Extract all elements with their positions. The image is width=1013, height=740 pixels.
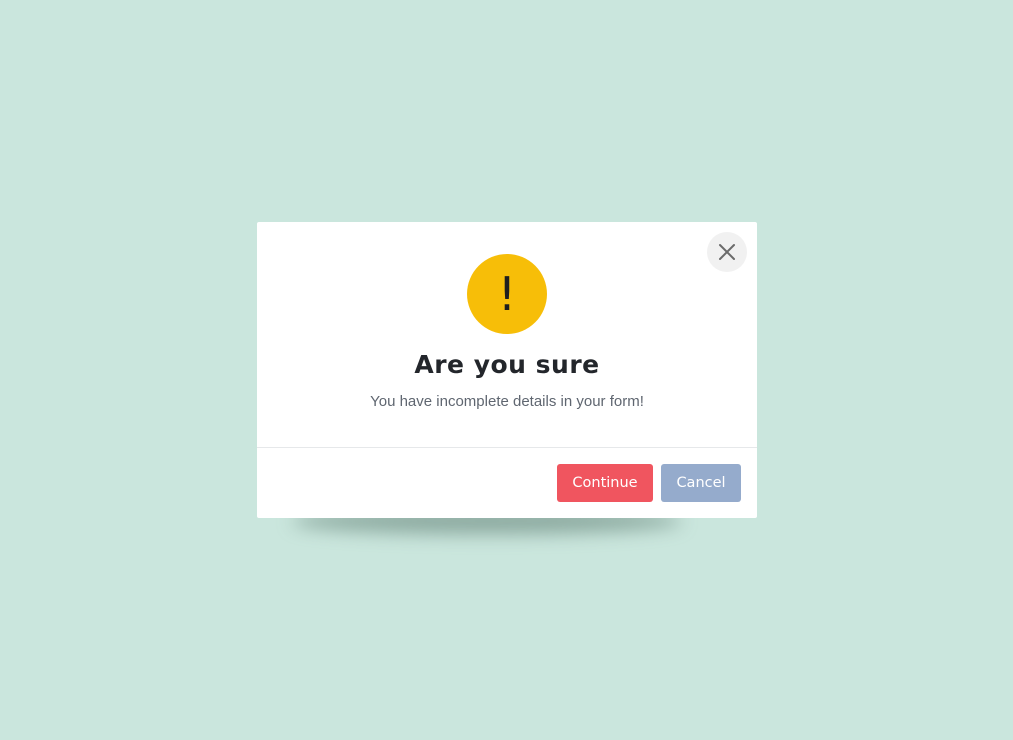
continue-button[interactable]: Continue xyxy=(557,464,653,502)
footer-divider xyxy=(257,447,757,448)
close-button[interactable] xyxy=(707,232,747,272)
dialog-message: You have incomplete details in your form… xyxy=(370,393,644,410)
exclamation-symbol: ! xyxy=(497,267,517,321)
page-background: ! Are you sure You have incomplete detai… xyxy=(0,0,1013,740)
cancel-button[interactable]: Cancel xyxy=(661,464,741,502)
confirm-dialog: ! Are you sure You have incomplete detai… xyxy=(257,222,757,518)
dialog-title: Are you sure xyxy=(414,350,600,379)
close-icon xyxy=(719,244,735,260)
exclamation-icon: ! xyxy=(467,254,547,334)
